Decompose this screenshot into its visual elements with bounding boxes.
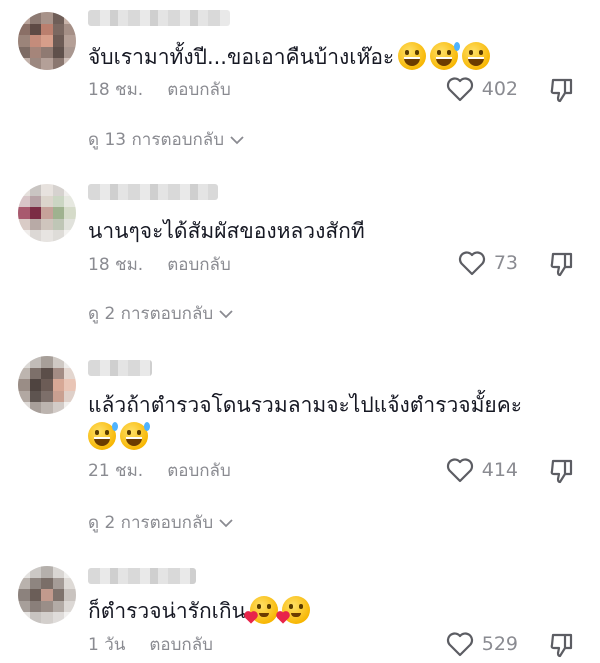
view-replies-button[interactable]: ดู 2 การตอบกลับ	[88, 509, 233, 536]
comment-time: 18 ชม.	[88, 80, 144, 100]
like-button[interactable]: 414	[446, 457, 518, 483]
like-count: 529	[481, 633, 518, 655]
like-count: 402	[481, 78, 518, 100]
chevron-down-icon	[219, 309, 233, 319]
username-blurred[interactable]	[88, 568, 196, 584]
like-button[interactable]: 73	[458, 250, 518, 276]
grinning-face-with-sweat-icon	[120, 422, 150, 450]
heart-icon[interactable]	[458, 250, 486, 276]
comment-text: จับเรามาทั้งปี...ขอเอาคืนบ้างเห๊อะ	[88, 42, 491, 72]
comment-item: แล้วถ้าตำรวจโดนรวมลามจะไปแจ้งตำรวจมั้ยคะ…	[0, 346, 600, 546]
username-blurred[interactable]	[88, 184, 218, 200]
comment-emojis	[84, 422, 150, 452]
heart-icon[interactable]	[446, 457, 474, 483]
avatar[interactable]	[18, 12, 76, 70]
like-count: 73	[493, 252, 518, 274]
dislike-icon[interactable]	[548, 250, 576, 278]
view-replies-button[interactable]: ดู 2 การตอบกลับ	[88, 300, 233, 327]
comment-meta: 21 ชม. ตอบกลับ	[88, 460, 231, 482]
comment-text: ก็ตำรวจน่ารักเกิน	[88, 596, 310, 626]
username-blurred[interactable]	[88, 10, 230, 26]
comment-meta: 18 ชม. ตอบกลับ	[88, 254, 231, 276]
like-count: 414	[481, 459, 518, 481]
like-button[interactable]: 402	[446, 76, 518, 102]
comment-item: จับเรามาทั้งปี...ขอเอาคืนบ้างเห๊อะ 18 ชม…	[0, 0, 600, 170]
like-button[interactable]: 529	[446, 631, 518, 657]
chevron-down-icon	[230, 135, 244, 145]
comment-text: นานๆจะได้สัมผัสของหลวงสักที	[88, 219, 365, 243]
grinning-face-with-sweat-icon	[88, 422, 118, 450]
comment-time: 18 ชม.	[88, 255, 144, 275]
grinning-face-icon	[398, 42, 427, 70]
view-replies-button[interactable]: ดู 13 การตอบกลับ	[88, 126, 244, 153]
comment-meta: 18 ชม. ตอบกลับ	[88, 79, 231, 101]
comment-item: นานๆจะได้สัมผัสของหลวงสักที 18 ชม. ตอบกลั…	[0, 172, 600, 342]
comment-text: แล้วถ้าตำรวจโดนรวมลามจะไปแจ้งตำรวจมั้ยคะ	[88, 393, 523, 417]
heart-icon[interactable]	[446, 76, 474, 102]
dislike-icon[interactable]	[548, 76, 576, 104]
avatar[interactable]	[18, 184, 76, 242]
reply-button[interactable]: ตอบกลับ	[167, 80, 231, 100]
avatar[interactable]	[18, 356, 76, 414]
comment-time: 21 ชม.	[88, 461, 144, 481]
reply-button[interactable]: ตอบกลับ	[167, 255, 231, 275]
face-with-tears-of-joy-icon	[462, 42, 491, 70]
smiling-face-with-hearts-icon	[245, 596, 278, 624]
smiling-face-with-hearts-icon	[277, 596, 310, 624]
grinning-face-with-sweat-icon	[430, 42, 461, 70]
dislike-icon[interactable]	[548, 457, 576, 485]
reply-button[interactable]: ตอบกลับ	[149, 635, 213, 655]
username-blurred[interactable]	[88, 360, 152, 376]
reply-button[interactable]: ตอบกลับ	[167, 461, 231, 481]
dislike-icon[interactable]	[548, 631, 576, 659]
avatar[interactable]	[18, 566, 76, 624]
comment-item: ก็ตำรวจน่ารักเกิน 1 วัน ตอบกลับ 529	[0, 556, 600, 663]
comment-meta: 1 วัน ตอบกลับ	[88, 634, 213, 656]
comment-time: 1 วัน	[88, 635, 126, 655]
chevron-down-icon	[219, 518, 233, 528]
heart-icon[interactable]	[446, 631, 474, 657]
